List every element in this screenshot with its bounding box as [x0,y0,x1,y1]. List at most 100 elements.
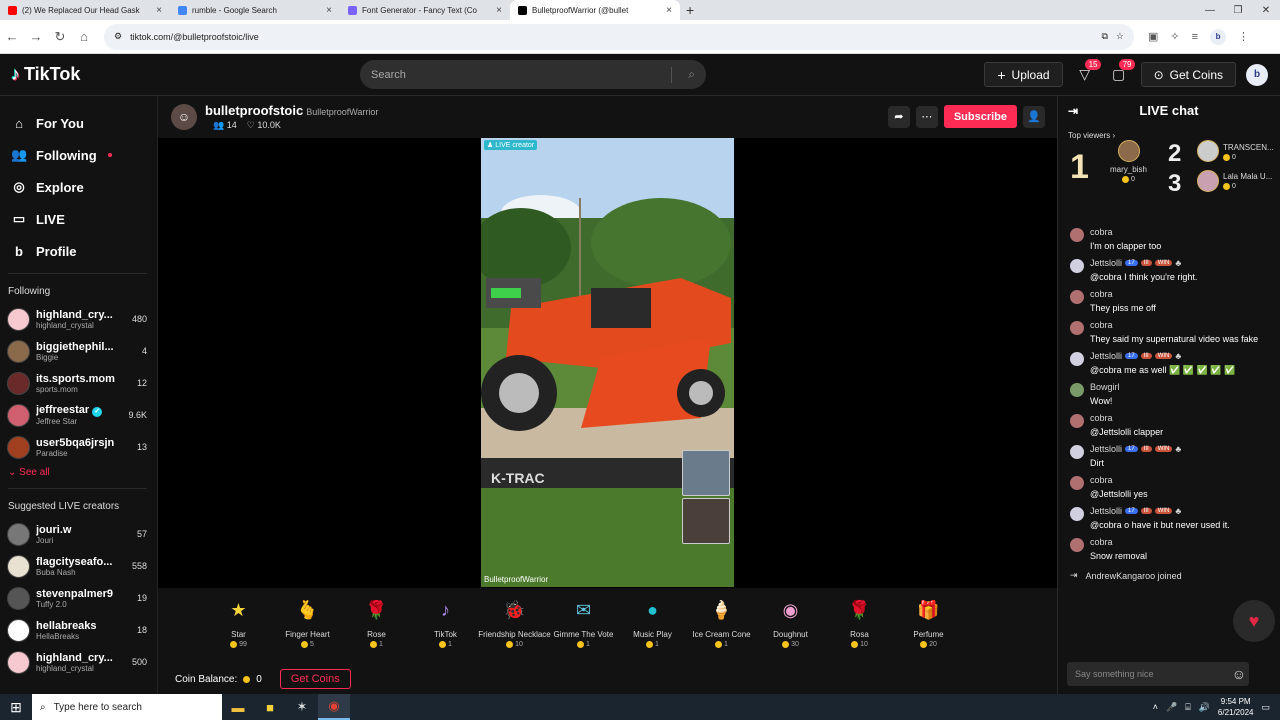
chat-username[interactable]: cobra [1090,289,1113,299]
messages-icon[interactable]: ▢ 79 [1107,59,1136,83]
chat-message[interactable]: Jettslolli 17 III WIN ♣ @cobra me as well ✅ ✅… [1058,349,1280,380]
sidebar-account[interactable]: jouri.w Jouri 57 [0,518,157,550]
minimize-button[interactable]: — [1196,0,1224,20]
top-viewers-link[interactable]: Top viewers › [1058,125,1280,140]
extensions-icon[interactable]: ✧ [1170,30,1179,43]
chat-message[interactable]: cobra I'm on clapper too [1058,225,1280,256]
back-icon[interactable]: ← [0,29,24,44]
close-window-button[interactable]: ✕ [1252,0,1280,20]
like-heart-button[interactable]: ♥ [1233,600,1275,642]
volume-icon[interactable]: 🔊 [1199,702,1210,713]
maximize-button[interactable]: ❐ [1224,0,1252,20]
bookmark-star-icon[interactable]: ☆ [1116,31,1124,42]
tiktok-logo[interactable]: ♪ TikTok [11,64,80,85]
gift-item[interactable]: 🎁 Perfume 20 [894,588,963,664]
sidebar-account[interactable]: user5bqa6jrsjn Paradise 13 [0,431,157,463]
tab-close-icon[interactable]: × [496,5,502,16]
balance-get-coins-button[interactable]: Get Coins [279,669,351,689]
more-options-icon[interactable]: ⋯ [915,105,938,128]
chat-username[interactable]: cobra [1090,227,1113,237]
inbox-icon[interactable]: ▽ 15 [1073,59,1102,83]
streamer-avatar[interactable]: ☺ [171,104,197,130]
forward-icon[interactable]: → [24,29,48,44]
photo-app-icon[interactable]: ✶ [286,694,318,720]
file-explorer-icon[interactable]: ▬ [222,694,254,720]
emoji-icon[interactable]: ☺ [1232,666,1246,682]
gift-item[interactable]: ✉ Gimme The Vote 1 [549,588,618,664]
share-icon[interactable]: ➦ [887,105,910,128]
live-video[interactable]: K-TRAC ♟ LIVE creator BulletproofWarrior [481,138,734,587]
gift-item[interactable]: 🫰 Finger Heart 5 [273,588,342,664]
reload-icon[interactable]: ↻ [48,29,72,45]
get-coins-button[interactable]: ⊙ Get Coins [1140,62,1236,87]
chat-message[interactable]: Jettslolli 17 III WIN ♣ @cobra I think you're… [1058,256,1280,287]
chat-username[interactable]: Jettslolli [1090,506,1122,516]
streamer-username[interactable]: bulletproofstoic [205,103,303,118]
chat-message[interactable]: cobra They said my supernatural video was… [1058,318,1280,349]
chat-input[interactable]: Say something nice [1067,662,1249,686]
tray-arrow-icon[interactable]: ˄ [1153,702,1158,712]
sticky-notes-icon[interactable]: ■ [254,694,286,720]
subscribe-button[interactable]: Subscribe [943,105,1017,128]
tab-close-icon[interactable]: × [326,5,332,16]
chrome-icon[interactable]: ◉ [318,694,350,720]
rank-2-avatar[interactable] [1197,140,1219,162]
user-avatar[interactable]: b [1246,63,1268,86]
nav-item-following[interactable]: 👥 Following [0,139,157,171]
site-info-icon[interactable]: ⚙ [114,31,122,42]
sidebar-account[interactable]: stevenpalmer9 Tuffy 2.0 19 [0,582,157,614]
nav-item-explore[interactable]: ◎ Explore [0,171,157,203]
sidebar-account[interactable]: its.sports.mom sports.mom 12 [0,367,157,399]
collapse-chat-icon[interactable]: ⇥ [1068,104,1078,118]
chat-username[interactable]: Jettslolli [1090,351,1122,361]
gift-item[interactable]: 🍦 Ice Cream Cone 1 [687,588,756,664]
gift-item[interactable]: ● Music Play 1 [618,588,687,664]
gift-item[interactable]: 🌹 Rose 1 [342,588,411,664]
gift-item[interactable]: ◉ Doughnut 30 [756,588,825,664]
home-button-icon[interactable]: ⌂ [72,29,96,44]
notifications-icon[interactable]: ▭ [1261,702,1270,713]
url-field[interactable]: ⚙ tiktok.com/@bulletproofstoic/live ⧉ ☆ [104,23,1134,50]
windows-start-icon[interactable]: ⊞ [0,699,32,716]
browser-tab[interactable]: rumble - Google Search × [170,0,340,20]
rank-3-avatar[interactable] [1197,170,1219,192]
sidebar-account[interactable]: highland_cry... highland_crystal 480 [0,303,157,335]
nav-item-profile[interactable]: b Profile [0,235,157,267]
browser-menu-icon[interactable]: ⋮ [1238,30,1249,43]
network-icon[interactable]: ⌸ [1185,702,1190,713]
sidebar-account[interactable]: biggiethephil... Biggie 4 [0,335,157,367]
chat-message[interactable]: Bowgirl Wow! [1058,380,1280,411]
nav-item-for-you[interactable]: ⌂ For You [0,107,157,139]
new-tab-button[interactable]: + [686,2,694,18]
gift-item[interactable]: 🌹 Rosa 10 [825,588,894,664]
sidebar-account[interactable]: jeffreestar ✓ Jeffree Star 9.6K [0,399,157,431]
chat-username[interactable]: cobra [1090,475,1113,485]
gift-item[interactable]: ♪ TikTok 1 [411,588,480,664]
clock[interactable]: 9:54 PM 6/21/2024 [1218,696,1254,718]
nav-item-live[interactable]: ▭ LIVE [0,203,157,235]
search-icon[interactable]: ⌕ [688,67,695,82]
chat-username[interactable]: cobra [1090,413,1113,423]
chat-message[interactable]: cobra Snow removal [1058,535,1280,566]
see-all-link[interactable]: ⌄ See all [0,463,157,482]
chat-message[interactable]: cobra They piss me off [1058,287,1280,318]
sidebar-account[interactable]: hellabreaks HellaBreaks 18 [0,614,157,646]
search-input[interactable]: Search ⌕ [360,60,706,89]
tab-close-icon[interactable]: × [156,5,162,16]
sidebar-account[interactable]: highland_cry... highland_crystal 500 [0,646,157,678]
screenshot-icon[interactable]: ▣ [1148,30,1158,43]
browser-tab[interactable]: Font Generator - Fancy Text (Co × [340,0,510,20]
tab-close-icon[interactable]: × [666,5,672,16]
chat-username[interactable]: cobra [1090,320,1113,330]
guest-camera-1[interactable] [682,450,730,496]
browser-profile-avatar[interactable]: b [1210,28,1227,45]
chat-username[interactable]: Jettslolli [1090,258,1122,268]
sidebar-account[interactable]: flagcityseafo... Buba Nash 558 [0,550,157,582]
gift-item[interactable]: 🐞 Friendship Necklace 10 [478,588,551,664]
chat-message[interactable]: cobra @Jettslolli yes [1058,473,1280,504]
chat-message[interactable]: Jettslolli 17 III WIN ♣ Dirt [1058,442,1280,473]
rank-1-avatar[interactable] [1118,140,1140,162]
chat-username[interactable]: Bowgirl [1090,382,1120,392]
chat-username[interactable]: cobra [1090,537,1113,547]
media-control-icon[interactable]: ≡ [1192,31,1198,43]
